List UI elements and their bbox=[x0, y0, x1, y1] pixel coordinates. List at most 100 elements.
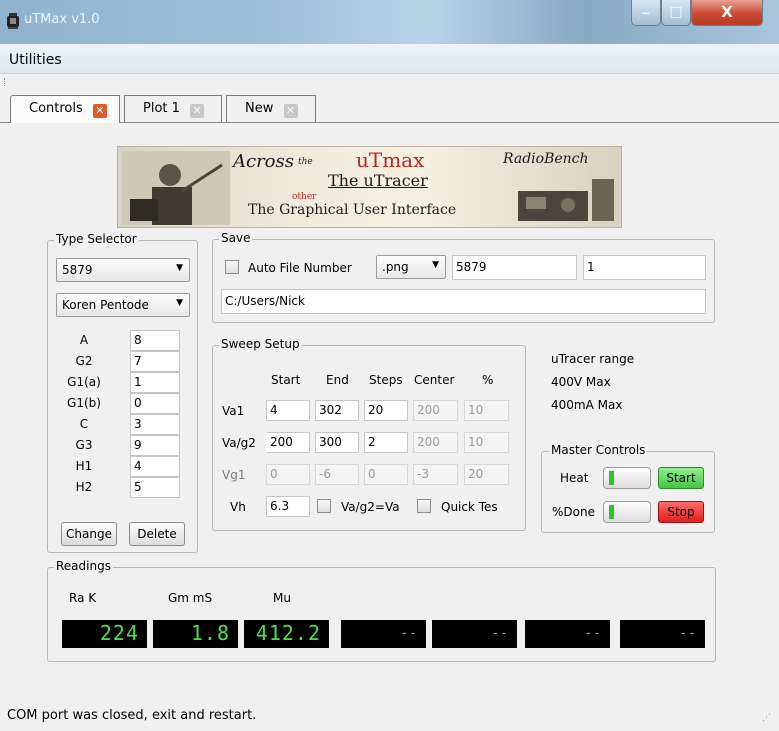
vg1-percent-field[interactable]: 20 bbox=[464, 464, 509, 485]
va1-start-field[interactable]: 4 bbox=[266, 400, 310, 421]
range-max-voltage: 400V Max bbox=[551, 375, 611, 389]
pin-c-field[interactable]: 3 bbox=[130, 414, 180, 435]
vg1-start-field[interactable]: 0 bbox=[266, 464, 310, 485]
model-select[interactable]: Koren Pentode ▼ bbox=[56, 293, 190, 317]
vag2-center-field[interactable]: 200 bbox=[413, 432, 458, 453]
save-path-field[interactable]: C:/Users/Nick bbox=[221, 289, 706, 314]
row-label-va1: Va1 bbox=[222, 404, 245, 418]
status-text: COM port was closed, exit and restart. bbox=[7, 708, 257, 723]
banner-utmax: uTmax bbox=[356, 148, 425, 172]
pin-label: C bbox=[79, 417, 89, 431]
pin-label: H2 bbox=[75, 480, 93, 494]
format-select[interactable]: .png ▼ bbox=[376, 255, 446, 279]
heat-label: Heat bbox=[560, 471, 589, 485]
vg1-steps-field[interactable]: 0 bbox=[364, 464, 408, 485]
row-label-vg1: Vg1 bbox=[222, 468, 246, 482]
delete-button[interactable]: Delete bbox=[129, 522, 185, 546]
resize-grip-icon[interactable]: ⋰ bbox=[762, 713, 771, 723]
master-controls-legend: Master Controls bbox=[549, 443, 648, 457]
model-value: Koren Pentode bbox=[62, 298, 149, 312]
tab-new[interactable]: New ✕ bbox=[226, 95, 316, 122]
tab-controls[interactable]: Controls ✕ bbox=[10, 95, 120, 123]
banner-utracer: The uTracer bbox=[328, 171, 428, 190]
banner-other: other bbox=[292, 192, 317, 202]
minimize-button[interactable]: _ bbox=[631, 0, 661, 26]
done-progress bbox=[603, 501, 651, 523]
file-number-field[interactable]: 1 bbox=[583, 255, 706, 280]
file-name-field[interactable]: 5879 bbox=[452, 255, 577, 280]
maximize-icon: □ bbox=[669, 4, 683, 20]
vag2-start-field[interactable]: 200 bbox=[266, 432, 310, 453]
row-label-vag2: Va/g2 bbox=[222, 436, 256, 450]
minimize-icon: _ bbox=[643, 0, 649, 14]
reading-display-6: -- bbox=[525, 620, 610, 648]
vag2-percent-field[interactable]: 10 bbox=[464, 432, 509, 453]
banner-the: the bbox=[298, 157, 313, 167]
vag2-eq-va-checkbox[interactable] bbox=[317, 499, 331, 513]
tab-label: Plot 1 bbox=[143, 101, 180, 116]
auto-file-number-checkbox[interactable] bbox=[225, 260, 239, 274]
close-tab-icon[interactable]: ✕ bbox=[190, 104, 205, 118]
vh-field[interactable]: 6.3 bbox=[266, 496, 310, 517]
vg1-center-field[interactable]: -3 bbox=[413, 464, 458, 485]
reading-display-mu: 412.2 bbox=[244, 620, 329, 648]
quick-test-label: Quick Tes bbox=[441, 500, 498, 514]
done-label: %Done bbox=[552, 505, 595, 519]
pin-g3-field[interactable]: 9 bbox=[130, 435, 180, 456]
chevron-down-icon: ▼ bbox=[432, 260, 439, 270]
tube-type-select[interactable]: 5879 ▼ bbox=[56, 258, 190, 282]
tab-label: New bbox=[245, 101, 274, 116]
heat-toggle[interactable] bbox=[603, 467, 651, 489]
vh-label: Vh bbox=[230, 500, 246, 514]
sweep-header-percent: % bbox=[482, 373, 494, 387]
reading-display-ra: 224 bbox=[62, 620, 147, 648]
reading-display-5: -- bbox=[432, 620, 517, 648]
vag2-steps-field[interactable]: 2 bbox=[364, 432, 408, 453]
pin-g1a-field[interactable]: 1 bbox=[130, 372, 180, 393]
reading-label-ra: Ra K bbox=[69, 591, 97, 605]
sweep-header-center: Center bbox=[414, 373, 455, 387]
pin-h1-field[interactable]: 4 bbox=[130, 456, 180, 477]
sweep-setup-legend: Sweep Setup bbox=[219, 337, 302, 351]
pin-a-field[interactable]: 8 bbox=[130, 330, 180, 351]
vg1-end-field[interactable]: -6 bbox=[315, 464, 359, 485]
close-tab-icon[interactable]: ✕ bbox=[283, 104, 298, 118]
tab-plot-1[interactable]: Plot 1 ✕ bbox=[124, 95, 222, 122]
close-button[interactable]: X bbox=[691, 0, 763, 26]
chevron-down-icon: ▼ bbox=[176, 298, 183, 308]
format-value: .png bbox=[382, 260, 409, 274]
reading-display-4: -- bbox=[341, 620, 426, 648]
chevron-down-icon: ▼ bbox=[176, 263, 183, 273]
va1-center-field[interactable]: 200 bbox=[413, 400, 458, 421]
maximize-button[interactable]: □ bbox=[661, 0, 691, 26]
quick-test-checkbox[interactable] bbox=[417, 499, 431, 513]
pin-label: G3 bbox=[75, 438, 93, 452]
reading-display-7: -- bbox=[620, 620, 705, 648]
title-bar: uTMax v1.0 _ □ X bbox=[0, 0, 779, 44]
reading-label-mu: Mu bbox=[273, 591, 291, 605]
sweep-header-steps: Steps bbox=[369, 373, 403, 387]
vag2-end-field[interactable]: 300 bbox=[315, 432, 359, 453]
start-button[interactable]: Start bbox=[658, 467, 704, 489]
pin-label: G1(a) bbox=[67, 375, 101, 389]
heat-indicator bbox=[609, 471, 614, 485]
pin-label: G2 bbox=[75, 354, 93, 368]
stop-button[interactable]: Stop bbox=[658, 501, 704, 523]
scientist-illustration-icon bbox=[122, 151, 230, 225]
pin-h2-field[interactable]: 5 bbox=[130, 477, 180, 498]
banner-across: Across bbox=[233, 151, 294, 172]
app-icon bbox=[7, 13, 19, 29]
pin-g1b-field[interactable]: 0 bbox=[130, 393, 180, 414]
va1-end-field[interactable]: 302 bbox=[315, 400, 359, 421]
type-selector-legend: Type Selector bbox=[54, 232, 139, 246]
menu-utilities[interactable]: Utilities bbox=[9, 52, 62, 68]
change-button[interactable]: Change bbox=[61, 522, 117, 546]
window-title: uTMax v1.0 bbox=[24, 12, 100, 27]
tube-type-value: 5879 bbox=[62, 263, 93, 277]
va1-steps-field[interactable]: 20 bbox=[364, 400, 408, 421]
close-tab-icon[interactable]: ✕ bbox=[92, 104, 107, 118]
sweep-header-start: Start bbox=[271, 373, 301, 387]
va1-percent-field[interactable]: 10 bbox=[464, 400, 509, 421]
pin-g2-field[interactable]: 7 bbox=[130, 351, 180, 372]
range-title: uTracer range bbox=[551, 352, 635, 366]
